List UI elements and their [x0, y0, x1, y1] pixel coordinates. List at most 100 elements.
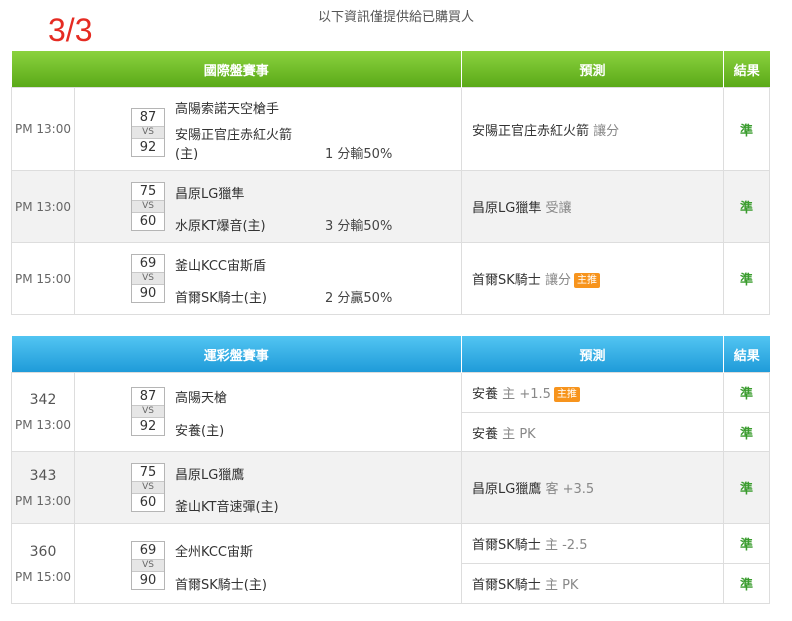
prediction-side: 主: [544, 578, 558, 593]
game-number: 342: [29, 392, 57, 408]
table-header: 國際盤賽事 預測 結果: [11, 51, 770, 88]
prediction-line: PK: [562, 578, 579, 593]
away-team: 昌原LG獵鷹: [175, 468, 245, 483]
time-cell: 343 PM 13:00: [11, 451, 75, 524]
header-result: 結果: [723, 51, 770, 88]
game-number: 343: [29, 467, 57, 484]
home-team: 安養(主): [175, 424, 225, 439]
vs-label: VS: [132, 126, 164, 139]
prediction-team: 首爾SK騎士: [472, 273, 541, 288]
match-cell: 87 VS 92 高陽天槍 安養(主): [73, 372, 463, 452]
page-indicator: 3/3: [48, 12, 93, 48]
result-cell: 準: [723, 563, 771, 604]
prediction-cell: 首爾SK騎士 讓分 主推: [461, 242, 725, 315]
handicap-outcome: 3 分輸50%: [325, 219, 393, 234]
prediction-cell: 安養 主 +1.5 主推: [461, 372, 725, 413]
away-team: 全州KCC宙斯: [175, 545, 253, 560]
score-box: 69 VS 90: [131, 254, 165, 303]
match-time: PM 13:00: [11, 87, 75, 171]
match-time: PM 13:00: [15, 493, 71, 508]
prediction-team: 昌原LG獵隼: [472, 201, 542, 216]
handicap-outcome: 1 分輸50%: [325, 147, 393, 162]
vs-label: VS: [132, 405, 164, 418]
table-row: 343 PM 13:00 75 VS 60 昌原LG獵鷹 釜山KT音速彈(主) …: [11, 451, 771, 524]
score-box: 75 VS 60: [131, 463, 165, 512]
away-team: 昌原LG獵隼: [175, 187, 245, 202]
featured-pick-badge: 主推: [553, 387, 580, 402]
home-team: 首爾SK騎士(主): [175, 291, 267, 306]
home-score: 92: [139, 419, 157, 434]
purchaser-notice: 以下資訊僅提供給已購買人: [317, 10, 474, 25]
away-score: 87: [139, 110, 157, 125]
match-cell: 87 VS 92 高陽索諾天空槍手 安陽正官庄赤紅火箭 (主) 1 分輸50%: [73, 87, 463, 171]
home-tag: (主): [175, 147, 199, 162]
table-header: 運彩盤賽事 預測 結果: [11, 336, 770, 373]
prediction-team: 首爾SK騎士: [472, 578, 541, 593]
away-score: 87: [139, 389, 157, 404]
away-score: 69: [139, 543, 157, 558]
prediction-line: +1.5: [519, 387, 551, 402]
sports-lottery-table: 運彩盤賽事 預測 結果 342 PM 13:00 87 VS 92 高陽天槍 安…: [11, 336, 771, 604]
score-box: 69 VS 90: [131, 541, 165, 590]
score-box: 87 VS 92: [131, 108, 165, 157]
away-team: 高陽索諾天空槍手: [175, 102, 280, 117]
away-team: 高陽天槍: [175, 391, 228, 406]
prediction-team: 安養: [472, 387, 499, 402]
home-team: 釜山KT音速彈(主): [175, 500, 279, 515]
match-time: PM 15:00: [11, 242, 75, 315]
home-team: 安陽正官庄赤紅火箭: [175, 128, 293, 143]
result-cell: 準: [723, 523, 771, 564]
header-match: 運彩盤賽事: [11, 336, 463, 373]
game-number: 360: [29, 543, 57, 560]
prediction-cell: 昌原LG獵鷹 客 +3.5: [461, 451, 725, 524]
match-cell: 69 VS 90 釜山KCC宙斯盾 首爾SK騎士(主) 2 分贏50%: [73, 242, 463, 315]
prediction-side: 主: [502, 387, 516, 402]
prediction-side: 主: [544, 538, 558, 553]
header-prediction: 預測: [461, 336, 725, 373]
match-time: PM 13:00: [15, 418, 71, 432]
featured-pick-badge: 主推: [573, 273, 600, 288]
away-score: 75: [139, 184, 157, 199]
prediction-line: PK: [519, 426, 536, 442]
match-cell: 75 VS 60 昌原LG獵鷹 釜山KT音速彈(主): [73, 451, 463, 524]
result-cell: 準: [723, 451, 771, 524]
table-row: PM 15:00 69 VS 90 釜山KCC宙斯盾 首爾SK騎士(主) 2 分…: [11, 242, 771, 315]
home-score: 90: [139, 286, 157, 301]
prediction-cell: 首爾SK騎士 主 PK: [461, 563, 725, 604]
home-score: 92: [139, 140, 157, 155]
home-team: 水原KT爆音(主): [175, 219, 266, 234]
prediction-side: 主: [502, 426, 516, 442]
vs-label: VS: [132, 481, 164, 494]
match-time: PM 15:00: [15, 569, 71, 584]
away-score: 75: [139, 465, 157, 480]
vs-label: VS: [132, 272, 164, 285]
prediction-cell: 首爾SK騎士 主 -2.5: [461, 523, 725, 564]
home-score: 60: [139, 495, 157, 510]
time-cell: 360 PM 15:00: [11, 523, 75, 604]
prediction-team: 安養: [472, 426, 499, 442]
vs-label: VS: [132, 200, 164, 213]
prediction-team: 首爾SK騎士: [472, 538, 541, 553]
result-cell: 準: [723, 412, 771, 452]
prediction-side: 客: [545, 482, 559, 497]
result-cell: 準: [723, 242, 771, 315]
table-row: PM 13:00 87 VS 92 高陽索諾天空槍手 安陽正官庄赤紅火箭 (主)…: [11, 87, 771, 171]
vs-label: VS: [132, 559, 164, 572]
result-cell: 準: [723, 372, 771, 413]
home-score: 60: [139, 214, 157, 229]
table-row: PM 13:00 75 VS 60 昌原LG獵隼 水原KT爆音(主) 3 分輸5…: [11, 170, 771, 243]
prediction-type: 讓分: [544, 273, 571, 288]
prediction-line: +3.5: [562, 482, 595, 497]
match-time: PM 13:00: [11, 170, 75, 243]
away-team: 釜山KCC宙斯盾: [175, 259, 266, 274]
prediction-type: 受讓: [545, 201, 572, 216]
score-box: 75 VS 60: [131, 182, 165, 231]
away-score: 69: [139, 256, 157, 271]
result-cell: 準: [723, 170, 771, 243]
result-cell: 準: [723, 87, 771, 171]
time-cell: 342 PM 13:00: [11, 372, 75, 452]
score-box: 87 VS 92: [131, 387, 165, 436]
match-cell: 75 VS 60 昌原LG獵隼 水原KT爆音(主) 3 分輸50%: [73, 170, 463, 243]
prediction-cell: 安陽正官庄赤紅火箭 讓分: [461, 87, 725, 171]
prediction-team: 昌原LG獵鷹: [472, 482, 542, 497]
